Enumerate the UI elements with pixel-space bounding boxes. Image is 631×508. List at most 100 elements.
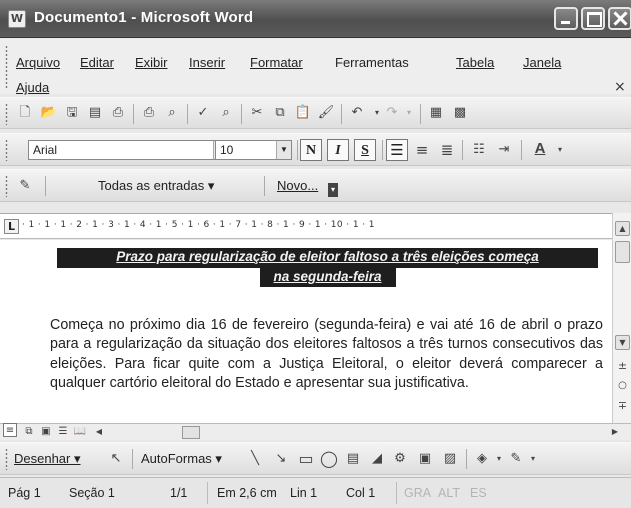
drawing-toolbar: Desenhar ▾ ↖ AutoFormas ▾ ╲ ↘ ▭ ◯ ▤ ◢ ⚙ …	[0, 442, 631, 475]
scroll-down-icon[interactable]: ▼	[615, 335, 630, 350]
status-record-macro[interactable]: GRA	[404, 486, 431, 500]
excel-icon[interactable]: ▩	[451, 104, 469, 122]
line-color-icon[interactable]: ✎	[507, 450, 525, 468]
justify-icon[interactable]: ≣	[438, 141, 456, 159]
select-objects-icon[interactable]: ↖	[107, 450, 125, 468]
open-icon[interactable]: 📂	[40, 104, 58, 122]
rectangle-icon[interactable]: ▭	[297, 450, 315, 468]
redo-icon[interactable]: ↷	[383, 104, 401, 122]
menu-exibir[interactable]: Exibir	[135, 55, 168, 70]
scroll-up-icon[interactable]: ▲	[615, 221, 630, 236]
oval-icon[interactable]: ◯	[320, 450, 338, 468]
chevron-down-icon[interactable]: ▼	[276, 141, 291, 159]
copy-icon[interactable]: ⧉	[271, 104, 289, 122]
status-extend-selection[interactable]: ES	[470, 486, 487, 500]
next-page-icon[interactable]: ∓	[615, 399, 630, 414]
print-preview-icon[interactable]: ⌕	[163, 104, 181, 122]
menu-janela[interactable]: Janela	[523, 55, 561, 70]
new-comment-button[interactable]: Novo...	[277, 178, 318, 193]
headline-line-2[interactable]: na segunda-feira	[57, 269, 598, 284]
toolbar-grip[interactable]	[5, 448, 8, 470]
select-browse-object-icon[interactable]: ○	[615, 379, 630, 394]
document-area[interactable]: Prazo para regularização de eleitor falt…	[0, 240, 612, 423]
word-app-icon[interactable]: W	[8, 10, 26, 28]
headline-line-1[interactable]: Prazo para regularização de eleitor falt…	[57, 249, 598, 264]
toolbar-grip[interactable]	[5, 103, 8, 125]
align-center-icon[interactable]: ☰	[386, 139, 408, 161]
scroll-right-icon[interactable]: ▶	[606, 423, 624, 441]
menu-tabela[interactable]: Tabela	[456, 55, 494, 70]
menu-inserir[interactable]: Inserir	[189, 55, 225, 70]
toolbar-options-icon[interactable]: ▾	[328, 183, 338, 197]
table-icon[interactable]: ▦	[427, 104, 445, 122]
menu-grip[interactable]	[5, 45, 8, 89]
minimize-button[interactable]	[554, 7, 578, 30]
undo-icon[interactable]: ↶	[348, 104, 366, 122]
previous-page-icon[interactable]: ±	[615, 359, 630, 374]
font-color-icon[interactable]: A	[531, 140, 549, 158]
menu-ferramentas[interactable]: Ferramentas	[335, 55, 409, 70]
print-icon-2[interactable]: ⎙	[109, 104, 127, 122]
horizontal-ruler: L · 1 · 1 · 1 · 2 · 1 · 3 · 1 · 4 · 1 · …	[0, 213, 612, 239]
show-markup-dropdown[interactable]: Todas as entradas ▾	[98, 178, 214, 194]
draw-menu[interactable]: Desenhar ▾	[14, 451, 81, 467]
status-bar: Pág 1 Seção 1 1/1 Em 2,6 cm Lin 1 Col 1 …	[0, 477, 631, 508]
cut-icon[interactable]: ✂	[248, 104, 266, 122]
insert-picture-icon[interactable]: ▨	[441, 450, 459, 468]
reading-layout-view-icon[interactable]: 📖	[71, 423, 89, 441]
line-icon[interactable]: ╲	[246, 450, 264, 468]
menu-arquivo[interactable]: Arquivo	[16, 55, 60, 70]
permission-icon[interactable]: ▤	[86, 104, 104, 122]
font-name-combo[interactable]: Arial▼	[28, 140, 229, 160]
clip-art-icon[interactable]: ▣	[416, 450, 434, 468]
wordart-icon[interactable]: ◢	[368, 450, 386, 468]
horizontal-scroll-thumb[interactable]	[182, 426, 200, 439]
numbered-list-icon[interactable]: ☷	[470, 141, 488, 159]
text-box-icon[interactable]: ▤	[344, 450, 362, 468]
toolbar-separator	[462, 140, 463, 160]
align-right-icon[interactable]: ≡	[413, 141, 431, 159]
maximize-button[interactable]	[581, 7, 605, 30]
outline-view-icon[interactable]: ☰	[54, 423, 72, 441]
research-icon[interactable]: ⌕	[217, 104, 235, 122]
diagram-icon[interactable]: ⚙	[391, 450, 409, 468]
fill-color-icon[interactable]: ◈	[473, 450, 491, 468]
menu-formatar[interactable]: Formatar	[250, 55, 303, 70]
increase-indent-icon[interactable]: ⇥	[495, 141, 513, 159]
fill-color-dropdown-icon[interactable]: ▾	[490, 450, 508, 468]
ruler-marks[interactable]: · 1 · 1 · 1 · 2 · 1 · 3 · 1 · 4 · 1 · 5 …	[22, 220, 600, 234]
vertical-scrollbar[interactable]: ▲ ▼ ± ○ ∓	[612, 213, 631, 423]
menu-editar[interactable]: Editar	[80, 55, 114, 70]
menu-exibir-label: Exibir	[135, 55, 168, 70]
format-painter-icon[interactable]: 🖌	[317, 104, 335, 122]
font-color-dropdown-icon[interactable]: ▾	[551, 141, 569, 159]
body-paragraph[interactable]: Começa no próximo dia 16 de fevereiro (s…	[50, 316, 603, 393]
menu-ajuda[interactable]: Ajuda	[16, 80, 49, 95]
close-document-icon[interactable]: ×	[614, 79, 626, 95]
web-layout-view-icon[interactable]: ⧉	[20, 423, 38, 441]
italic-button[interactable]: I	[327, 139, 349, 161]
scroll-thumb[interactable]	[615, 241, 630, 263]
arrow-icon[interactable]: ↘	[272, 450, 290, 468]
print-icon[interactable]: ⎙	[140, 104, 158, 122]
close-button[interactable]	[608, 7, 631, 30]
redo-dropdown-icon[interactable]: ▾	[400, 104, 418, 122]
status-track-changes[interactable]: ALT	[438, 486, 460, 500]
display-for-review-icon[interactable]: ✎	[16, 177, 34, 195]
bold-button[interactable]: N	[300, 139, 322, 161]
paste-icon[interactable]: 📋	[294, 104, 312, 122]
save-icon[interactable]: 🖫	[63, 104, 81, 122]
new-document-icon[interactable]: 🗋	[16, 104, 34, 122]
font-size-combo[interactable]: 10 ▼	[215, 140, 292, 160]
line-color-dropdown-icon[interactable]: ▾	[524, 450, 542, 468]
tab-selector-icon[interactable]: L	[4, 219, 19, 234]
toolbar-grip[interactable]	[5, 139, 8, 161]
status-line: Lin 1	[290, 486, 318, 500]
print-layout-view-icon[interactable]: ▣	[37, 423, 55, 441]
spelling-icon[interactable]: ✓	[194, 104, 212, 122]
autoshapes-menu[interactable]: AutoFormas ▾	[141, 451, 222, 467]
normal-view-icon[interactable]: ≡	[3, 423, 17, 437]
toolbar-grip[interactable]	[5, 175, 8, 197]
scroll-left-icon[interactable]: ◀	[90, 423, 108, 441]
underline-button[interactable]: S	[354, 139, 376, 161]
